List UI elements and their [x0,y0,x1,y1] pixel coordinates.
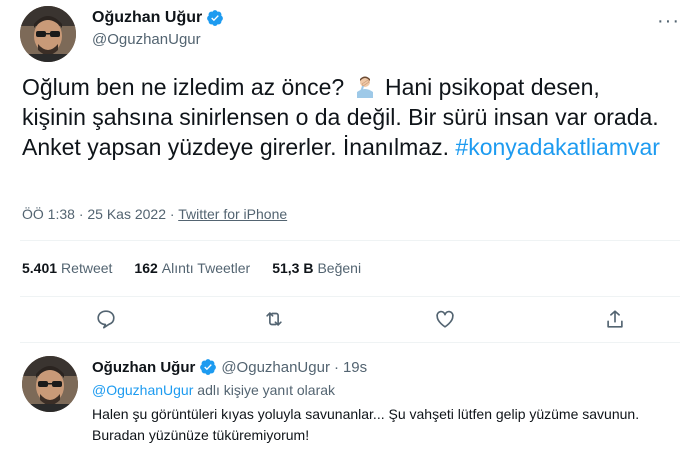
share-button[interactable] [602,306,628,332]
verified-badge-icon [199,358,217,376]
tweet-source-link[interactable]: Twitter for iPhone [178,206,287,222]
more-options-icon[interactable]: ··· [657,10,680,33]
retweets-stat[interactable]: 5.401 Retweet [22,260,112,276]
author-name-text[interactable]: Oğuzhan Uğur [92,9,202,27]
hashtag-link[interactable]: #konyadakatliamvar [455,134,660,160]
quotes-stat[interactable]: 162 Alıntı Tweetler [134,260,250,276]
reply-separator: · [333,358,339,376]
reply-to-mention-link[interactable]: @OguzhanUgur [92,382,193,398]
facepalm-emoji-icon [353,74,377,98]
verified-badge-icon [206,9,224,27]
tweet-text-part1: Oğlum ben ne izledim az önce? [22,74,351,100]
reply-to-suffix: adlı kişiye yanıt olarak [193,382,336,398]
replying-to: @OguzhanUgur adlı kişiye yanıt olarak [92,382,335,398]
retweet-icon [266,312,282,326]
tweet-time[interactable]: ÖÖ 1:38 [22,206,75,222]
action-bar [0,306,690,334]
author-handle[interactable]: @OguzhanUgur [92,31,224,48]
tweet-meta: ÖÖ 1:38 · 25 Kas 2022 · Twitter for iPho… [22,206,287,222]
reply-icon [97,310,115,329]
tweet-stats: 5.401 Retweet 162 Alıntı Tweetler 51,3 B Be… [22,260,361,276]
retweets-label: Retweet [61,260,113,276]
heart-icon [436,310,454,328]
likes-count: 51,3 B [272,260,314,276]
retweet-button[interactable] [261,306,287,332]
reply-button[interactable] [93,306,119,332]
likes-stat[interactable]: 51,3 B Beğeni [272,260,361,276]
reply-text: Halen şu görüntüleri kıyas yoluyla savun… [92,406,640,443]
tweet-date[interactable]: 25 Kas 2022 [87,206,166,222]
share-icon [607,310,623,328]
reply-author-avatar[interactable] [22,356,78,412]
likes-label: Beğeni [317,260,362,276]
meta-separator: · [78,206,84,222]
divider [20,240,680,241]
meta-separator: · [169,206,175,222]
reply-author-name[interactable]: Oğuzhan Uğur [92,359,195,376]
author-name[interactable]: Oğuzhan Uğur [92,9,224,27]
author-block: Oğuzhan Uğur @OguzhanUgur [92,9,224,48]
quotes-count: 162 [134,260,158,276]
reply-header: Oğuzhan Uğur @OguzhanUgur · 19s [92,358,367,376]
divider [20,296,680,297]
tweet-text: Oğlum ben ne izledim az önce? Hani psiko… [22,72,662,162]
divider [20,342,680,343]
reply-author-handle[interactable]: @OguzhanUgur [221,359,330,376]
retweets-count: 5.401 [22,260,58,276]
reply-age[interactable]: 19s [343,359,367,376]
author-avatar[interactable] [20,6,76,62]
like-button[interactable] [432,306,458,332]
quotes-label: Alıntı Tweetler [161,260,251,276]
